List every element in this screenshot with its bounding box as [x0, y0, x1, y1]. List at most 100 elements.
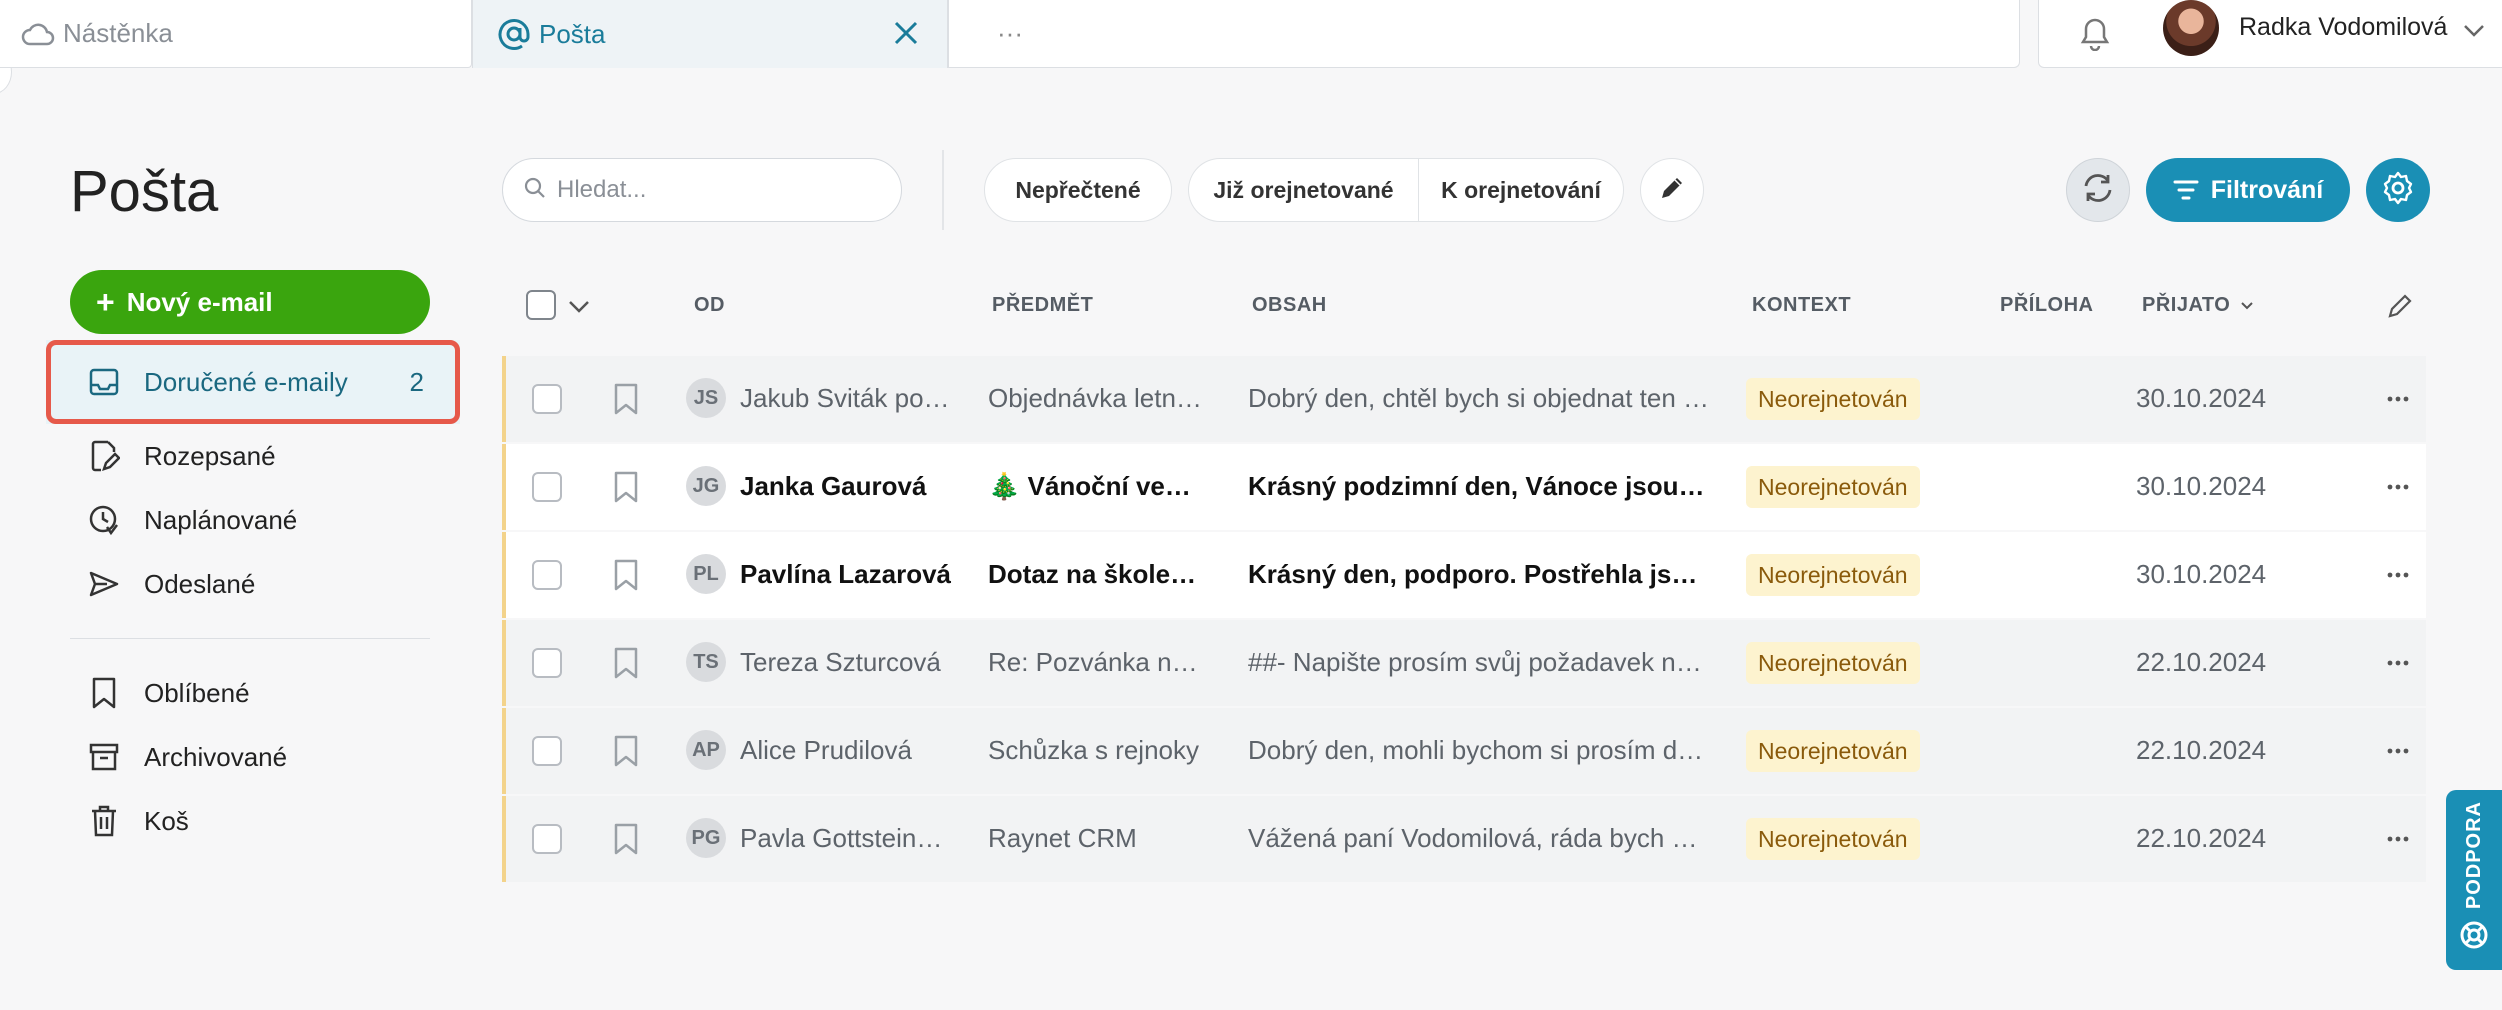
more-icon[interactable]: [2378, 470, 2418, 504]
more-tabs-label: ···: [997, 18, 1023, 48]
column-received[interactable]: PŘIJATO: [2142, 294, 2254, 317]
new-email-label: Nový e-mail: [126, 286, 273, 317]
at-icon: [495, 15, 533, 53]
column-body[interactable]: OBSAH: [1252, 294, 1327, 317]
sidebar-divider: [70, 638, 430, 639]
sidebar-item-favorites[interactable]: Oblíbené: [46, 661, 460, 725]
received-date: 22.10.2024: [2136, 823, 2267, 853]
filter-processed-button[interactable]: Již orejnetované: [1188, 158, 1418, 222]
sender-name: Janka Gaurová: [740, 471, 927, 501]
context-badge: Neorejnetován: [1746, 466, 1920, 508]
close-icon[interactable]: [887, 14, 925, 52]
sidebar-item-sent[interactable]: Odeslané: [46, 552, 460, 616]
support-tab[interactable]: PODPORA: [2446, 790, 2502, 970]
row-checkbox[interactable]: [532, 648, 562, 678]
filter-processed-label: Již orejnetované: [1213, 176, 1394, 203]
sender-name: Jakub Sviták po…: [740, 383, 950, 413]
bell-icon[interactable]: [2075, 12, 2115, 56]
page-title: Pošta: [70, 159, 219, 224]
bookmark-icon[interactable]: [606, 554, 646, 596]
edit-filters-button[interactable]: [1640, 158, 1704, 222]
table-row[interactable]: PG Pavla Gottstein… Raynet CRM Vážená pa…: [502, 796, 2426, 882]
new-email-button[interactable]: + Nový e-mail: [70, 270, 430, 334]
search-box[interactable]: [502, 158, 902, 222]
sidebar-nav: Doručené e-maily 2 Rozepsané Naplánované…: [46, 340, 460, 853]
more-icon[interactable]: [2378, 558, 2418, 592]
sidebar-item-trash[interactable]: Koš: [46, 789, 460, 853]
plus-icon: +: [96, 283, 115, 320]
edit-columns-icon[interactable]: [2382, 288, 2418, 324]
email-subject: Schůzka s rejnoky: [988, 735, 1199, 765]
filter-unread-button[interactable]: Nepřečtené: [984, 158, 1172, 222]
table-row[interactable]: JG Janka Gaurová 🎄 Vánoční večír… Krásný…: [502, 444, 2426, 530]
table-row[interactable]: TS Tereza Szturcová Re: Pozvánka na … ##…: [502, 620, 2426, 706]
bookmark-icon[interactable]: [606, 642, 646, 684]
filter-to-process-button[interactable]: K orejnetování: [1418, 158, 1624, 222]
search-icon: [523, 176, 547, 205]
sidebar-item-archived[interactable]: Archivované: [46, 725, 460, 789]
sender-avatar: PG: [686, 818, 726, 858]
received-date: 30.10.2024: [2136, 471, 2267, 501]
tab-mail-label: Pošta: [539, 18, 606, 49]
sidebar-item-label: Naplánované: [144, 504, 298, 535]
received-date: 22.10.2024: [2136, 735, 2267, 765]
row-checkbox[interactable]: [532, 384, 562, 414]
user-panel: Radka Vodomilová: [2038, 0, 2502, 68]
more-icon[interactable]: [2378, 382, 2418, 416]
chevron-down-icon[interactable]: [2459, 16, 2489, 46]
email-preview: Dobrý den, chtěl bych si objednat ten l…: [1248, 383, 1710, 413]
sender-name: Pavlína Lazarová: [740, 559, 951, 589]
refresh-button[interactable]: [2066, 158, 2130, 222]
email-preview: Dobrý den, mohli bychom si prosím do…: [1248, 735, 1710, 765]
sidebar-item-label: Archivované: [144, 741, 288, 772]
filter-button[interactable]: Filtrování: [2146, 158, 2350, 222]
lifebuoy-icon: [2458, 919, 2490, 956]
email-subject: Objednávka letní…: [988, 383, 1202, 413]
more-icon[interactable]: [2378, 734, 2418, 768]
more-icon[interactable]: [2378, 822, 2418, 856]
tab-more[interactable]: ···: [948, 0, 2020, 68]
row-checkbox[interactable]: [532, 736, 562, 766]
email-subject: Raynet CRM: [988, 823, 1137, 853]
context-badge: Neorejnetován: [1746, 554, 1920, 596]
archive-icon: [84, 737, 124, 777]
column-attachment[interactable]: PŘÍLOHA: [2000, 294, 2094, 317]
settings-button[interactable]: [2366, 158, 2430, 222]
sender-avatar: JG: [686, 466, 726, 506]
sidebar-item-scheduled[interactable]: Naplánované: [46, 488, 460, 552]
context-badge: Neorejnetován: [1746, 642, 1920, 684]
row-checkbox[interactable]: [532, 560, 562, 590]
bookmark-icon[interactable]: [606, 466, 646, 508]
sender-name: Pavla Gottstein…: [740, 823, 943, 853]
sender-avatar: AP: [686, 730, 726, 770]
column-from[interactable]: OD: [694, 294, 725, 317]
email-preview: Krásný den, podporo. Postřehla jsem, …: [1248, 559, 1710, 589]
table-row[interactable]: AP Alice Prudilová Schůzka s rejnoky Dob…: [502, 708, 2426, 794]
more-icon[interactable]: [2378, 646, 2418, 680]
column-subject[interactable]: PŘEDMĚT: [992, 294, 1093, 317]
bookmark-icon[interactable]: [606, 818, 646, 860]
table-row[interactable]: PL Pavlína Lazarová Dotaz na školení … K…: [502, 532, 2426, 618]
user-name[interactable]: Radka Vodomilová: [2239, 13, 2447, 42]
tab-mail[interactable]: Pošta: [472, 0, 948, 68]
column-context[interactable]: KONTEXT: [1752, 294, 1851, 317]
table-row[interactable]: JS Jakub Sviták po… Objednávka letní… Do…: [502, 356, 2426, 442]
row-checkbox[interactable]: [532, 472, 562, 502]
row-checkbox[interactable]: [532, 824, 562, 854]
user-avatar[interactable]: [2163, 0, 2219, 56]
filter-icon: [2173, 179, 2199, 201]
chevron-down-icon[interactable]: [564, 292, 594, 322]
sidebar-item-inbox[interactable]: Doručené e-maily 2: [46, 340, 460, 424]
received-date: 30.10.2024: [2136, 383, 2267, 413]
search-input[interactable]: [557, 176, 877, 204]
refresh-icon: [2080, 170, 2116, 211]
sidebar-item-drafts[interactable]: Rozepsané: [46, 424, 460, 488]
tab-dashboard[interactable]: Nástěnka: [0, 0, 472, 68]
sort-desc-icon: [2240, 294, 2254, 317]
select-all-checkbox[interactable]: [526, 290, 556, 320]
bookmark-icon[interactable]: [606, 730, 646, 772]
bookmark-icon[interactable]: [606, 378, 646, 420]
context-badge: Neorejnetován: [1746, 378, 1920, 420]
filter-to-process-label: K orejnetování: [1441, 176, 1601, 203]
sidebar-item-label: Oblíbené: [144, 677, 250, 708]
